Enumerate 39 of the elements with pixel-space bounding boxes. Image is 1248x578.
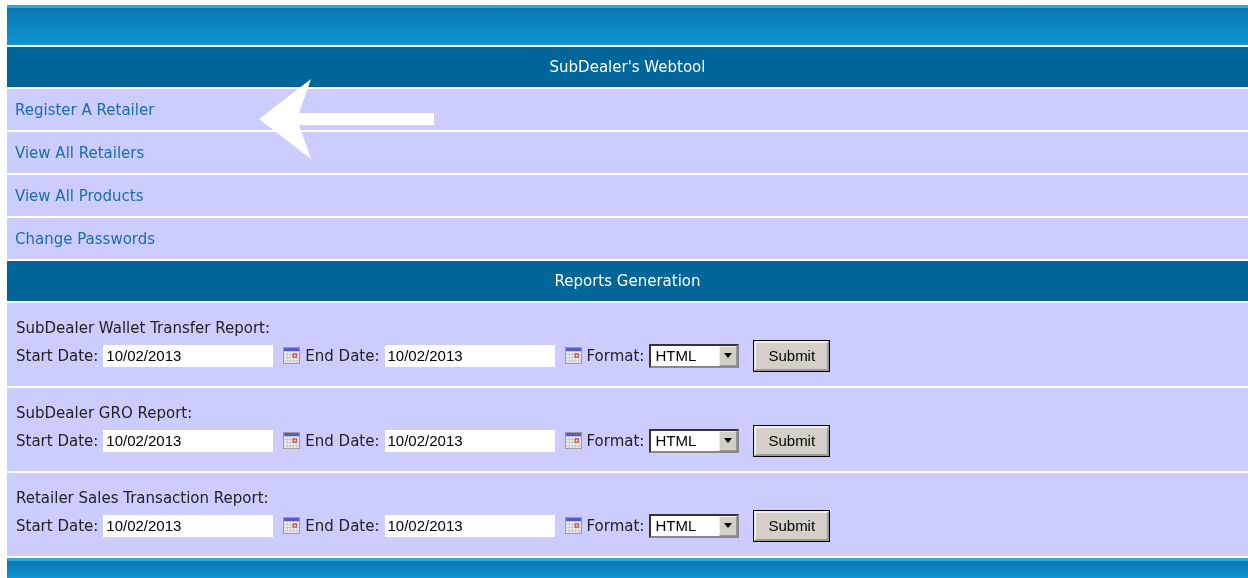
date-input[interactable]: 10/02/2013 xyxy=(103,429,274,452)
calendar-icon[interactable] xyxy=(283,517,301,534)
format-select[interactable]: HTML xyxy=(649,428,740,453)
date-input[interactable]: 10/02/2013 xyxy=(103,344,274,367)
submit-button[interactable]: Submit xyxy=(754,425,830,456)
field-label: Format: xyxy=(586,516,645,535)
date-input[interactable]: 10/02/2013 xyxy=(384,344,555,367)
field-label: End Date: xyxy=(305,431,380,450)
menu-link[interactable]: View All Products xyxy=(15,186,144,205)
field-label: Start Date: xyxy=(16,431,99,450)
calendar-icon[interactable] xyxy=(564,347,582,364)
field-label: Start Date: xyxy=(16,516,99,535)
menu-link[interactable]: View All Retailers xyxy=(15,143,145,162)
date-input[interactable]: 10/02/2013 xyxy=(103,514,274,537)
field-label: Format: xyxy=(586,431,645,450)
section-header: SubDealer's Webtool xyxy=(7,47,1248,87)
submit-button[interactable]: Submit xyxy=(754,340,830,371)
field-label: Format: xyxy=(586,346,645,365)
menu-link[interactable]: Change Passwords xyxy=(15,229,156,248)
caret-icon xyxy=(724,523,733,528)
caret-icon xyxy=(724,438,733,443)
field-label: End Date: xyxy=(305,516,380,535)
date-input[interactable]: 10/02/2013 xyxy=(384,514,555,537)
submit-button[interactable]: Submit xyxy=(754,510,830,541)
caret-icon xyxy=(724,353,733,358)
menu-link[interactable]: Register A Retailer xyxy=(15,100,155,119)
report-title: Retailer Sales Transaction Report: xyxy=(16,488,270,507)
calendar-icon[interactable] xyxy=(283,432,301,449)
calendar-icon[interactable] xyxy=(283,347,301,364)
report-title: SubDealer GRO Report: xyxy=(16,403,194,422)
section-header: Reports Generation xyxy=(7,261,1248,301)
format-select[interactable]: HTML xyxy=(649,513,740,538)
field-label: End Date: xyxy=(305,346,380,365)
date-input[interactable]: 10/02/2013 xyxy=(384,429,555,452)
report-title: SubDealer Wallet Transfer Report: xyxy=(16,318,271,337)
format-select[interactable]: HTML xyxy=(649,343,740,368)
field-label: Start Date: xyxy=(16,346,99,365)
calendar-icon[interactable] xyxy=(564,432,582,449)
calendar-icon[interactable] xyxy=(564,517,582,534)
